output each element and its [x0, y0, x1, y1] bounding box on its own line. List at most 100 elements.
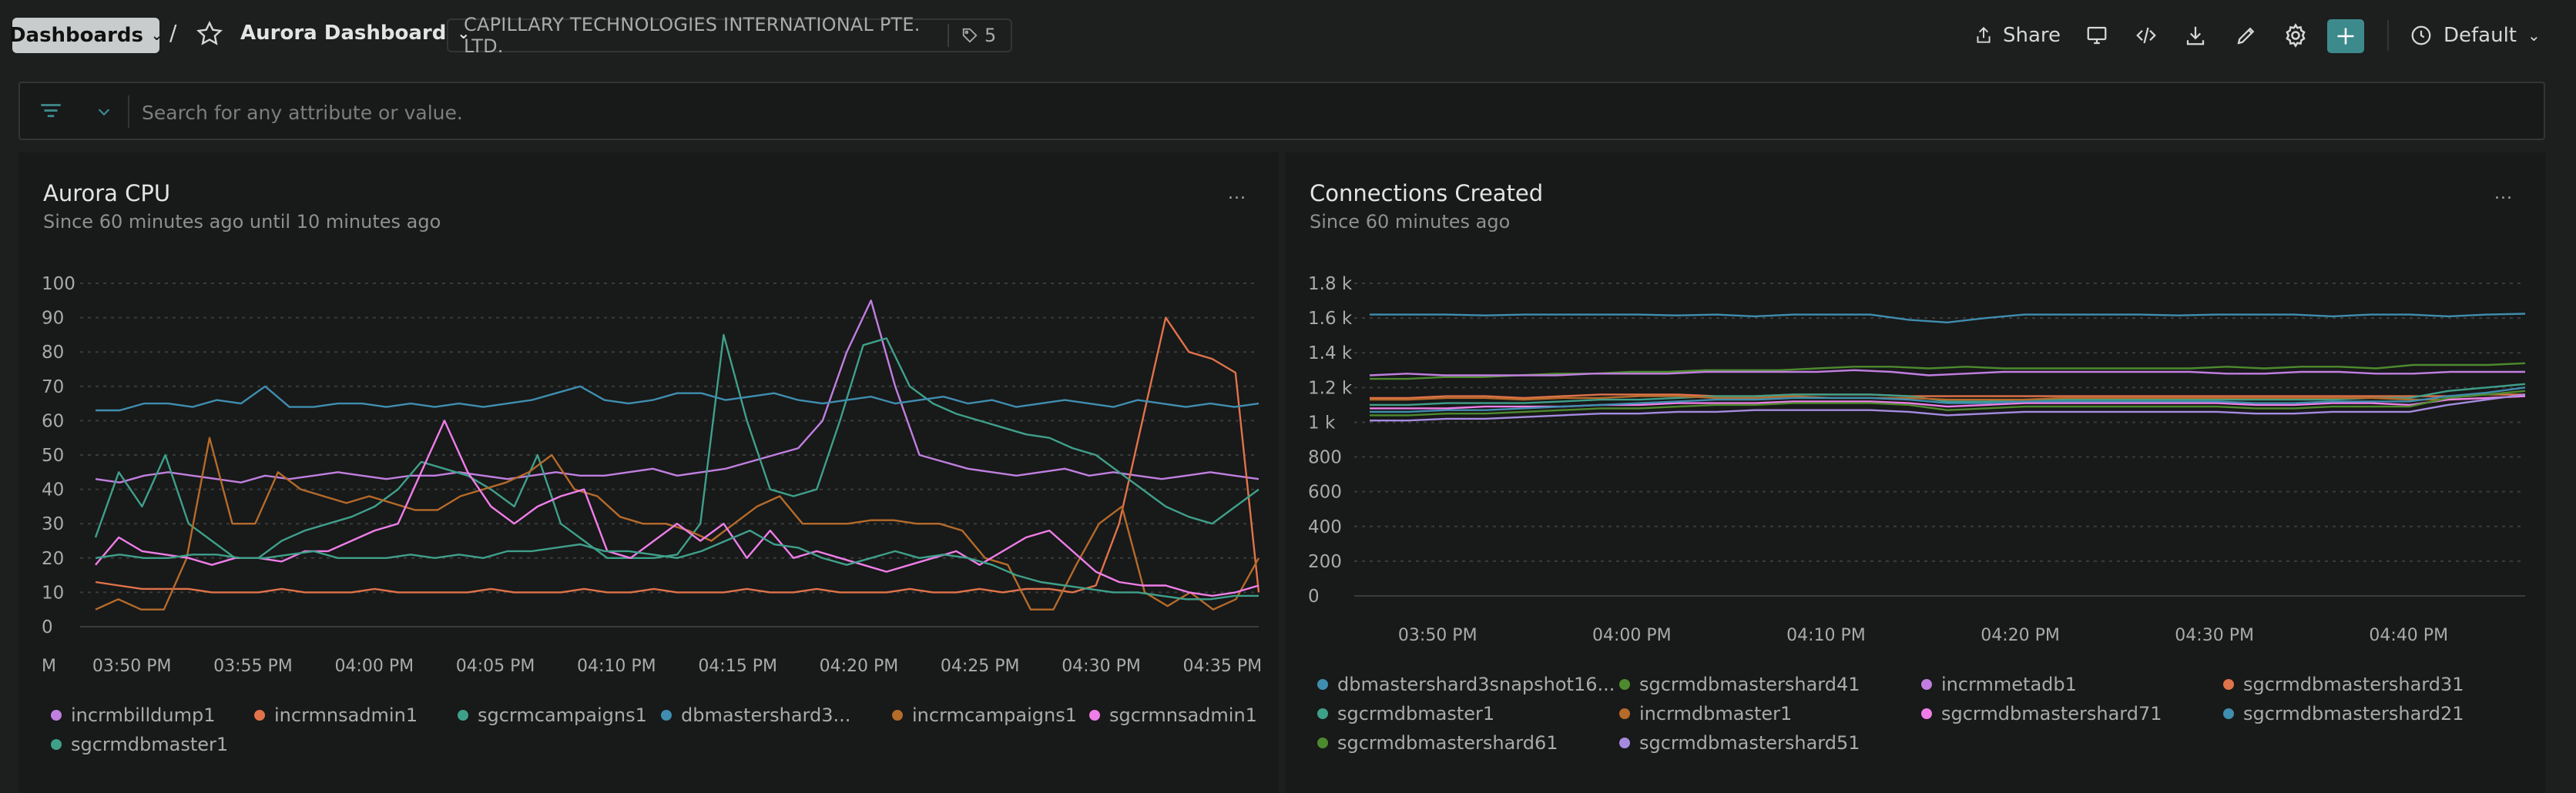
- series-line[interactable]: [1370, 362, 2526, 380]
- dashboard-title: Aurora Dashboard: [240, 22, 447, 45]
- y-tick-label: 20: [42, 549, 64, 569]
- x-tick-label: 04:40 PM: [2369, 626, 2448, 645]
- legend-label: sgcrmdbmaster1: [1337, 703, 1495, 724]
- tag-icon: [962, 28, 978, 43]
- legend-label: sgcrmnsadmin1: [1109, 704, 1257, 726]
- search-input[interactable]: [142, 99, 2499, 126]
- series-line[interactable]: [96, 385, 1259, 412]
- pencil-icon: [2237, 27, 2255, 45]
- download-icon: [2186, 26, 2205, 45]
- x-tick-label: 04:00 PM: [1592, 626, 1672, 645]
- legend-item[interactable]: sgcrmcampaigns1: [458, 704, 647, 727]
- share-label: Share: [2003, 24, 2061, 47]
- y-tick-label: 90: [42, 309, 64, 329]
- connections-created-panel: Connections Created Since 60 minutes ago…: [1285, 152, 2545, 793]
- legend-label: incrmbilldump1: [71, 704, 216, 726]
- legend-item[interactable]: incrmdbmaster1: [1619, 702, 1792, 725]
- json-button[interactable]: [2131, 20, 2162, 51]
- dashboards-dropdown-button[interactable]: Dashboards ⌄: [9, 18, 163, 53]
- y-tick-label: 1.8 k: [1308, 274, 1353, 294]
- y-tick-label: 10: [42, 583, 64, 603]
- y-tick-label: 1 k: [1308, 413, 1336, 433]
- legend-color-dot: [1921, 679, 1932, 690]
- x-tick-label: M: [42, 657, 56, 676]
- legend-color-dot: [2223, 708, 2234, 719]
- legend-item[interactable]: dbmastershard3...: [661, 704, 850, 727]
- y-tick-label: 600: [1308, 483, 1342, 503]
- legend-color-dot: [1619, 738, 1630, 748]
- filter-bar: [18, 82, 2545, 140]
- legend-item[interactable]: sgcrmdbmaster1: [51, 733, 228, 756]
- x-tick-label: 04:20 PM: [820, 657, 899, 676]
- toolbar-divider: [2387, 20, 2389, 51]
- series-line[interactable]: [1369, 369, 2525, 376]
- legend-item[interactable]: incrmcampaigns1: [892, 704, 1077, 727]
- code-icon: [2136, 27, 2156, 44]
- x-tick-label: 04:30 PM: [1062, 657, 1141, 676]
- legend-item[interactable]: sgcrmdbmastershard61: [1317, 731, 1558, 755]
- legend-label: sgcrmdbmastershard21: [2243, 703, 2464, 724]
- legend-label: sgcrmdbmastershard61: [1337, 732, 1558, 754]
- legend-color-dot: [1619, 708, 1630, 719]
- clock-icon: [2411, 25, 2431, 45]
- legend-item[interactable]: sgcrmdbmastershard21: [2223, 702, 2464, 725]
- legend-color-dot: [1317, 738, 1328, 748]
- dashboard-title-dropdown[interactable]: Aurora Dashboard ⌄: [240, 22, 470, 45]
- legend-label: sgcrmdbmastershard71: [1941, 703, 2162, 724]
- legend-item[interactable]: dbmastershard3snapshot16...: [1317, 673, 1615, 696]
- y-tick-label: 50: [42, 446, 64, 466]
- y-tick-label: 400: [1308, 517, 1342, 537]
- series-line[interactable]: [95, 529, 1259, 601]
- share-icon: [1977, 26, 1991, 43]
- legend-label: incrmcampaigns1: [912, 704, 1078, 726]
- legend-item[interactable]: sgcrmnsadmin1: [1089, 704, 1257, 727]
- connections-created-chart: 1.8 k 1.6 k 1.4 k 1.2 k 1 k 800 600 400 200 0 03:5…: [1308, 274, 2526, 645]
- x-tick-label: 04:10 PM: [1786, 626, 1866, 645]
- legend-item[interactable]: incrmmetadb1: [1921, 673, 2077, 696]
- legend-item[interactable]: incrmnsadmin1: [254, 704, 418, 727]
- legend-item[interactable]: sgcrmdbmastershard51: [1619, 731, 1860, 755]
- legend-color-dot: [661, 710, 672, 721]
- x-tick-label: 04:30 PM: [2175, 626, 2254, 645]
- legend-color-dot: [1089, 710, 1100, 721]
- tag-count: 5: [984, 25, 997, 46]
- filter-icon[interactable]: [37, 99, 65, 125]
- edit-button[interactable]: [2231, 20, 2262, 51]
- y-tick-label: 60: [42, 411, 64, 431]
- y-tick-label: 200: [1308, 552, 1342, 572]
- legend-color-dot: [1317, 679, 1328, 690]
- breadcrumb-separator: /: [169, 20, 177, 45]
- x-tick-label: 04:10 PM: [577, 657, 656, 676]
- legend-item[interactable]: sgcrmdbmaster1: [1317, 702, 1494, 725]
- legend-color-dot: [1317, 708, 1328, 719]
- legend-label: incrmdbmaster1: [1639, 703, 1793, 724]
- x-tick-label: 04:25 PM: [941, 657, 1020, 676]
- time-picker-button[interactable]: Default ⌄: [2410, 17, 2541, 54]
- legend-item[interactable]: sgcrmdbmastershard71: [1921, 702, 2162, 725]
- x-tick-label: 03:50 PM: [1398, 626, 1478, 645]
- series-line[interactable]: [95, 420, 1259, 597]
- x-tick-label: 04:00 PM: [334, 657, 414, 676]
- legend-color-dot: [2223, 679, 2234, 690]
- x-tick-label: 03:55 PM: [213, 657, 293, 676]
- plus-icon: [2337, 28, 2354, 45]
- legend-label: sgcrmdbmastershard51: [1639, 732, 1860, 754]
- top-bar: Dashboards ⌄ / Aurora Dashboard ⌄ CAPILL…: [0, 0, 2576, 71]
- add-widget-button[interactable]: [2327, 19, 2364, 53]
- y-tick-label: 1.4 k: [1308, 343, 1353, 363]
- legend-item[interactable]: sgcrmdbmastershard31: [2223, 673, 2464, 696]
- share-button[interactable]: Share: [1974, 17, 2061, 54]
- y-tick-label: 100: [42, 274, 75, 294]
- tv-mode-button[interactable]: [2081, 20, 2112, 51]
- legend-item[interactable]: incrmbilldump1: [51, 704, 215, 727]
- legend-item[interactable]: sgcrmdbmastershard41: [1619, 673, 1860, 696]
- legend-label: sgcrmdbmaster1: [71, 734, 229, 755]
- chevron-down-icon[interactable]: [94, 103, 114, 120]
- legend-label: dbmastershard3snapshot16...: [1337, 674, 1615, 695]
- account-pill[interactable]: CAPILLARY TECHNOLOGIES INTERNATIONAL PTE…: [447, 14, 1012, 57]
- x-tick-label: 04:05 PM: [456, 657, 535, 676]
- export-button[interactable]: [2180, 20, 2211, 51]
- settings-button[interactable]: [2280, 20, 2311, 51]
- tags-button[interactable]: 5: [949, 25, 996, 46]
- star-icon[interactable]: [196, 18, 223, 49]
